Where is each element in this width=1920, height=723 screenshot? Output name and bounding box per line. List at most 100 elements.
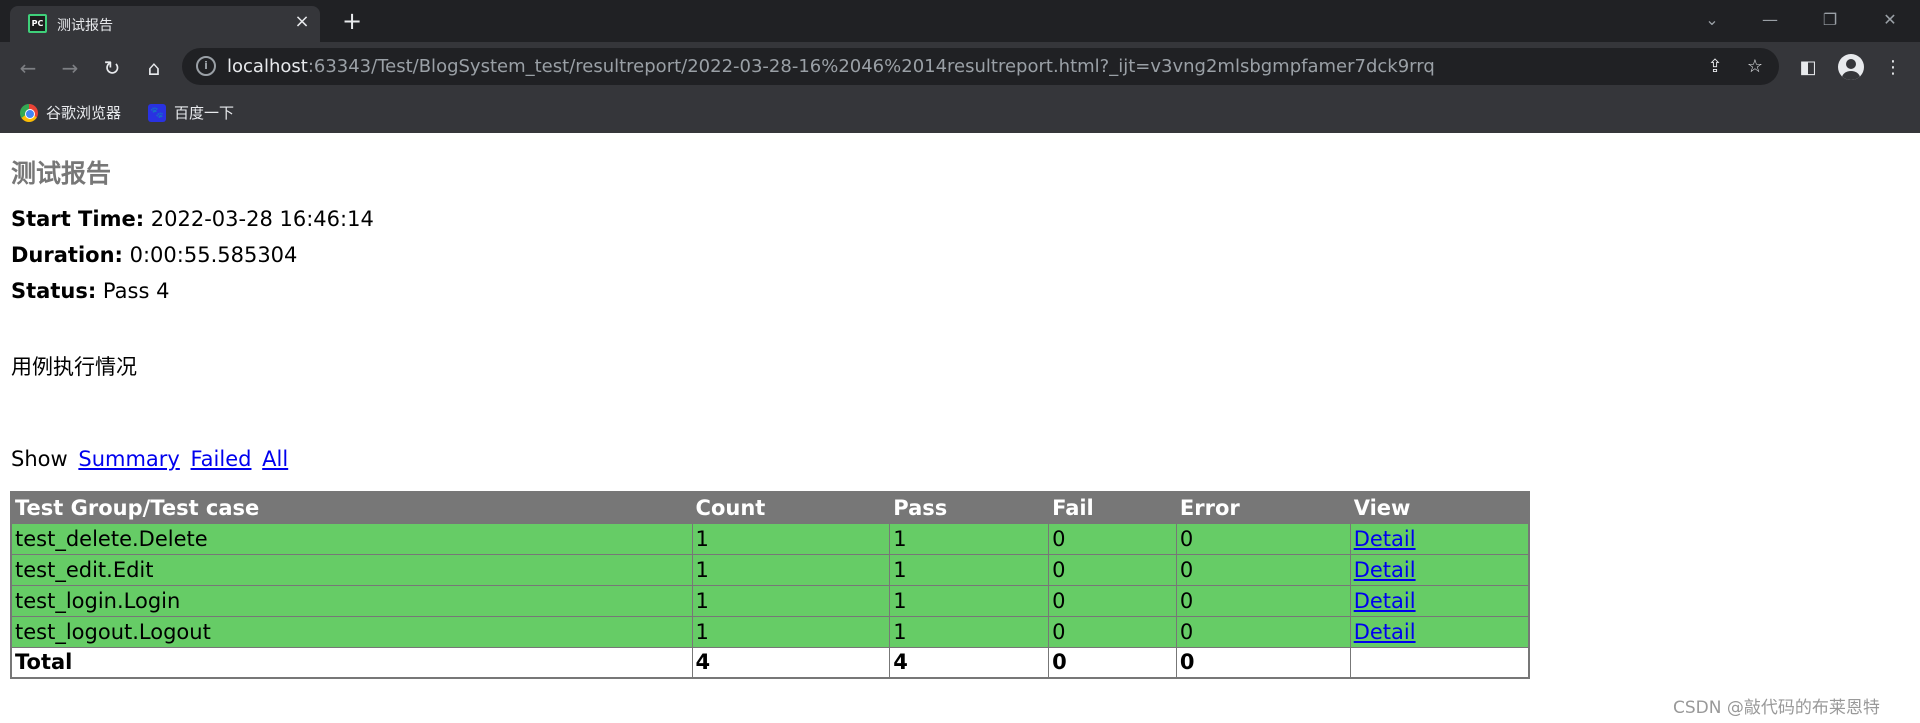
url-path: :63343/Test/BlogSystem_test/resultreport… — [307, 56, 1435, 77]
toolbar: ← → ↻ ⌂ i localhost:63343/Test/BlogSyste… — [0, 42, 1920, 92]
bookmark-star-icon[interactable]: ☆ — [1742, 54, 1768, 80]
detail-link[interactable]: Detail — [1354, 558, 1416, 582]
tab-strip: PC 测试报告 × + ⌄ — ❐ ✕ — [0, 0, 1920, 42]
new-tab-icon[interactable]: + — [338, 8, 366, 36]
cell-fail: 0 — [1048, 615, 1177, 648]
pycharm-icon: PC — [28, 14, 47, 33]
table-row: test_logout.Logout 1 1 0 0 Detail — [10, 615, 1530, 648]
table-row: test_login.Login 1 1 0 0 Detail — [10, 584, 1530, 617]
cell-error: 0 — [1175, 615, 1351, 648]
cell-view: Detail — [1349, 522, 1530, 555]
tab-title: 测试报告 — [57, 18, 113, 34]
tab-search-icon[interactable]: ⌄ — [1692, 6, 1732, 34]
table-row: test_delete.Delete 1 1 0 0 Detail — [10, 522, 1530, 555]
cell-total-error: 0 — [1175, 646, 1351, 679]
col-header-count: Count — [691, 491, 891, 524]
avatar-body — [1842, 71, 1860, 80]
cell-count: 1 — [691, 553, 891, 586]
site-info-icon[interactable]: i — [196, 56, 216, 76]
cell-view: Detail — [1349, 553, 1530, 586]
col-header-fail: Fail — [1048, 491, 1177, 524]
chrome-icon — [20, 103, 38, 122]
cell-total-pass: 4 — [889, 646, 1050, 679]
cell-pass: 1 — [889, 615, 1050, 648]
share-icon[interactable]: ⇪ — [1702, 54, 1728, 80]
table-header-row: Test Group/Test case Count Pass Fail Err… — [10, 491, 1530, 524]
cell-pass: 1 — [889, 522, 1050, 555]
table-row: test_edit.Edit 1 1 0 0 Detail — [10, 553, 1530, 586]
cell-fail: 0 — [1048, 522, 1177, 555]
bookmark-label: 谷歌浏览器 — [46, 104, 122, 122]
detail-link[interactable]: Detail — [1354, 589, 1416, 613]
restore-icon[interactable]: ❐ — [1810, 6, 1850, 34]
cell-fail: 0 — [1048, 553, 1177, 586]
reload-icon[interactable]: ↻ — [97, 53, 127, 83]
result-table: Test Group/Test case Count Pass Fail Err… — [10, 491, 1530, 679]
profile-avatar-icon[interactable] — [1838, 54, 1864, 80]
window-close-icon[interactable]: ✕ — [1870, 6, 1910, 34]
bookmark-label: 百度一下 — [174, 104, 235, 122]
show-label: Show — [11, 447, 68, 471]
cell-count: 1 — [691, 615, 891, 648]
duration: Duration: 0:00:55.585304 — [11, 243, 297, 267]
duration-label: Duration: — [11, 243, 123, 267]
minimize-icon[interactable]: — — [1750, 6, 1790, 34]
status-label: Status: — [11, 279, 97, 303]
tab-active[interactable]: PC 测试报告 × — [10, 6, 320, 42]
url-host: localhost — [227, 56, 308, 77]
bookmark-chrome[interactable]: 谷歌浏览器 — [20, 102, 121, 123]
duration-value: 0:00:55.585304 — [129, 243, 298, 267]
cell-pass: 1 — [889, 553, 1050, 586]
start-time-value: 2022-03-28 16:46:14 — [150, 207, 374, 231]
col-header-pass: Pass — [889, 491, 1050, 524]
cell-pass: 1 — [889, 584, 1050, 617]
bookmarks-bar: 谷歌浏览器 🐾 百度一下 — [0, 92, 1920, 133]
status: Status: Pass 4 — [11, 279, 169, 303]
table-total-row: Total 4 4 0 0 — [10, 646, 1530, 679]
filter-bar: Show Summary Failed All — [11, 447, 288, 471]
avatar-head — [1846, 59, 1856, 69]
cell-count: 1 — [691, 584, 891, 617]
cell-testcase: test_logout.Logout — [10, 615, 693, 648]
cell-total-count: 4 — [691, 646, 891, 679]
cell-error: 0 — [1175, 553, 1351, 586]
cell-view: Detail — [1349, 584, 1530, 617]
col-header-testcase: Test Group/Test case — [10, 491, 693, 524]
forward-icon[interactable]: → — [55, 53, 85, 83]
bookmark-baidu[interactable]: 🐾 百度一下 — [148, 102, 234, 123]
col-header-error: Error — [1175, 491, 1351, 524]
cell-total-view — [1349, 646, 1530, 679]
url-text[interactable]: localhost:63343/Test/BlogSystem_test/res… — [227, 56, 1435, 77]
baidu-icon: 🐾 — [148, 103, 166, 122]
section-description: 用例执行情况 — [11, 355, 137, 379]
cell-error: 0 — [1175, 522, 1351, 555]
detail-link[interactable]: Detail — [1354, 620, 1416, 644]
filter-failed-link[interactable]: Failed — [191, 447, 252, 471]
back-icon[interactable]: ← — [13, 53, 43, 83]
cell-testcase: test_login.Login — [10, 584, 693, 617]
start-time-label: Start Time: — [11, 207, 145, 231]
start-time: Start Time: 2022-03-28 16:46:14 — [11, 207, 374, 231]
detail-link[interactable]: Detail — [1354, 527, 1416, 551]
address-bar[interactable]: i localhost:63343/Test/BlogSystem_test/r… — [182, 48, 1779, 85]
page-title: 测试报告 — [11, 159, 112, 188]
cell-count: 1 — [691, 522, 891, 555]
watermark: CSDN @敲代码的布莱恩特 — [1673, 698, 1880, 718]
cell-view: Detail — [1349, 615, 1530, 648]
filter-summary-link[interactable]: Summary — [78, 447, 179, 471]
col-header-view: View — [1349, 491, 1530, 524]
side-panel-icon[interactable]: ◧ — [1793, 53, 1823, 83]
home-icon[interactable]: ⌂ — [139, 53, 169, 83]
cell-testcase: test_delete.Delete — [10, 522, 693, 555]
page-content: 测试报告 Start Time: 2022-03-28 16:46:14 Dur… — [0, 133, 1920, 723]
cell-total-fail: 0 — [1048, 646, 1177, 679]
tab-close-icon[interactable]: × — [290, 10, 314, 34]
cell-total-label: Total — [10, 646, 693, 679]
menu-icon[interactable]: ⋮ — [1878, 53, 1908, 83]
browser-chrome: PC 测试报告 × + ⌄ — ❐ ✕ ← → ↻ ⌂ i localhost:… — [0, 0, 1920, 133]
cell-error: 0 — [1175, 584, 1351, 617]
status-value: Pass 4 — [102, 279, 170, 303]
cell-fail: 0 — [1048, 584, 1177, 617]
filter-all-link[interactable]: All — [262, 447, 288, 471]
cell-testcase: test_edit.Edit — [10, 553, 693, 586]
